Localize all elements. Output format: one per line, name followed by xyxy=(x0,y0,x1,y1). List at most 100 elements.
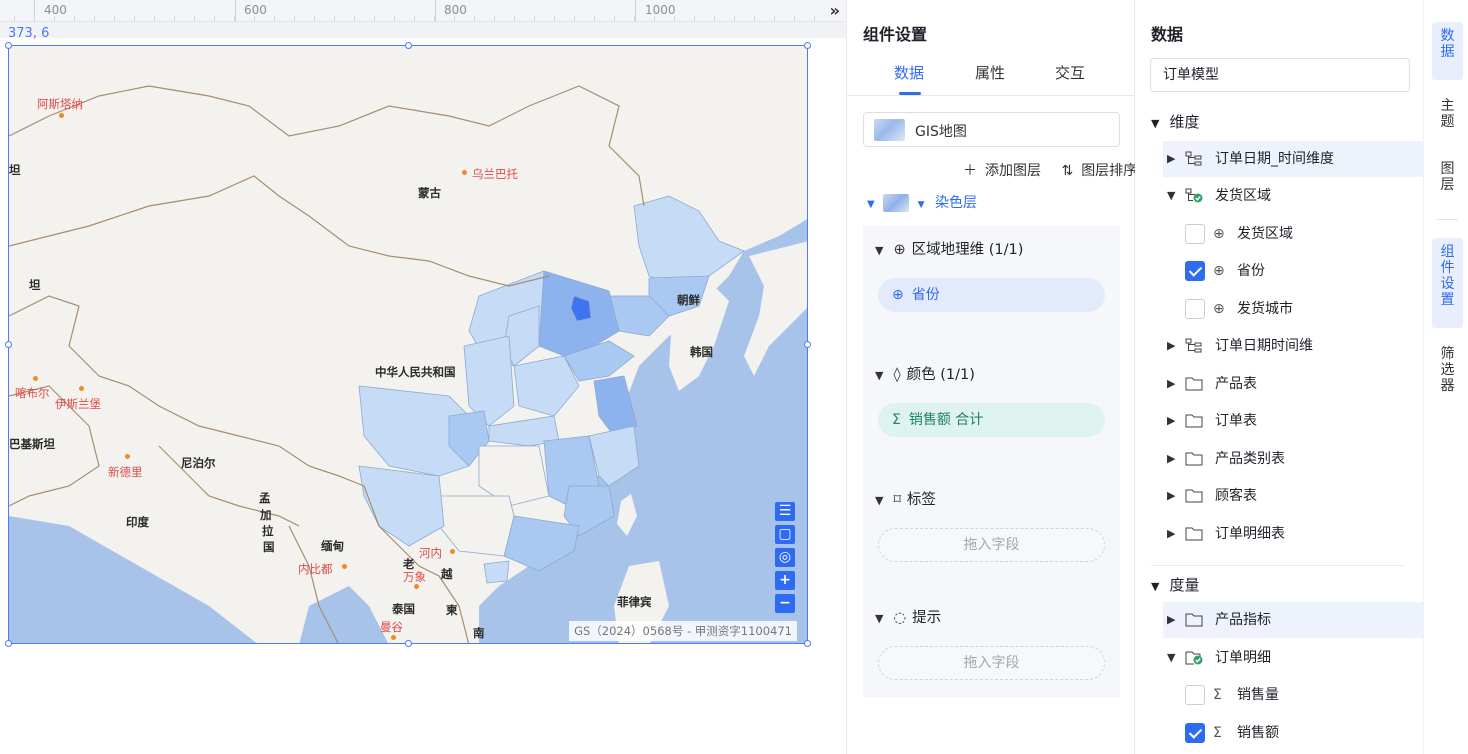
field-checkbox[interactable] xyxy=(1185,685,1205,705)
color-field-pill[interactable]: Σ 销售额 合计 xyxy=(878,403,1105,437)
gis-map[interactable]: 阿斯塔纳 乌兰巴托 喀布尔 伊斯兰堡 新德里 河内 万象 内比都 曼谷 蒙古 中… xyxy=(8,45,808,644)
add-layer-button[interactable]: ＋ 添加图层 xyxy=(955,163,1041,179)
field-checkbox[interactable] xyxy=(1185,299,1205,319)
folder-icon xyxy=(1185,613,1203,627)
dye-layer-item[interactable]: ▼ ▼ 染色层 xyxy=(867,192,977,212)
section-color[interactable]: ▼ ◊ 颜色 (1/1) xyxy=(875,363,975,384)
tree-item[interactable]: ▶ 订单日期时间维 xyxy=(1163,328,1423,364)
legend-icon[interactable]: ☰ xyxy=(775,502,795,521)
layer-select[interactable]: GIS地图 xyxy=(863,112,1120,147)
tree-item[interactable]: ▼ 发货区域 xyxy=(1163,178,1423,214)
ruler-minor-tick xyxy=(734,16,735,21)
group-label: 维度 xyxy=(1169,113,1200,131)
side-tab-component-settings[interactable]: 组件设置 xyxy=(1432,238,1463,328)
chevron-right-icon: ▶ xyxy=(1167,152,1176,165)
tab-interaction[interactable]: 交互 xyxy=(1055,62,1085,83)
section-label: 提示 xyxy=(912,610,942,626)
measure-group[interactable]: ▼ 度量 xyxy=(1151,574,1199,595)
field-item[interactable]: Σ 销售额 xyxy=(1185,715,1415,751)
field-checkbox[interactable] xyxy=(1185,224,1205,244)
tree-item[interactable]: ▶ 订单日期_时间维度 xyxy=(1163,141,1423,177)
dye-layer-label: 染色层 xyxy=(934,195,977,211)
divider xyxy=(1151,565,1403,566)
field-label: 销售额 xyxy=(1237,725,1279,741)
ruler-tick-label: 600 xyxy=(244,3,267,17)
canvas-area: 400 600 800 1000 » 373, 6 阿斯塔纳 乌兰巴托 喀布尔 … xyxy=(0,0,846,754)
ruler-minor-tick xyxy=(454,16,455,21)
side-tab-theme[interactable]: 主题 xyxy=(1432,92,1463,136)
field-checkbox[interactable] xyxy=(1185,261,1205,281)
zoom-in-icon[interactable]: + xyxy=(775,571,795,590)
dimension-group[interactable]: ▼ 维度 xyxy=(1151,111,1199,132)
layer-actions: ＋ 添加图层 ⇅ 图层排序 xyxy=(947,160,1137,180)
section-geo-dimension[interactable]: ▼ ⊕ 区域地理维 (1/1) xyxy=(875,238,1023,259)
region-label: 蒙古 xyxy=(418,186,441,200)
locate-icon[interactable]: ◎ xyxy=(775,548,795,567)
chevron-down-icon: ▼ xyxy=(1151,117,1160,130)
field-item[interactable]: Σ 销售量 xyxy=(1185,677,1415,713)
field-item[interactable]: ⊕ 省份 xyxy=(1185,253,1415,289)
chevron-down-icon: ▼ xyxy=(1151,580,1160,593)
resize-handle[interactable] xyxy=(804,640,811,647)
resize-handle[interactable] xyxy=(5,42,12,49)
chevron-right-icon: ▶ xyxy=(1167,414,1176,427)
section-tooltip[interactable]: ▼ ◌ 提示 xyxy=(875,606,941,627)
tree-item[interactable]: ▶ 产品类别表 xyxy=(1163,441,1423,477)
tree-item[interactable]: ▶ 产品表 xyxy=(1163,366,1423,402)
resize-handle[interactable] xyxy=(5,341,12,348)
side-tab-label: 数据 xyxy=(1440,28,1455,60)
geo-field-pill[interactable]: ⊕ 省份 xyxy=(878,278,1105,312)
tree-item[interactable]: ▶ 订单表 xyxy=(1163,403,1423,439)
model-select[interactable]: 订单模型 xyxy=(1150,58,1410,92)
pill-label: 销售额 合计 xyxy=(908,412,984,428)
tree-item[interactable]: ▶ 顾客表 xyxy=(1163,478,1423,514)
resize-handle[interactable] xyxy=(5,640,12,647)
sigma-icon: Σ xyxy=(892,412,901,428)
plus-icon: ＋ xyxy=(963,163,977,179)
region-label: 南 xyxy=(473,626,485,640)
double-chevron-right-icon[interactable]: » xyxy=(830,1,840,20)
map-svg xyxy=(9,46,807,643)
field-label: 省份 xyxy=(1237,263,1265,279)
sort-layer-button[interactable]: ⇅ 图层排序 xyxy=(1053,163,1137,179)
add-layer-label: 添加图层 xyxy=(985,163,1041,179)
ruler-minor-tick xyxy=(94,16,95,21)
folder-icon xyxy=(1185,414,1203,428)
resize-handle[interactable] xyxy=(804,42,811,49)
field-item[interactable]: ⊕ 发货区域 xyxy=(1185,216,1415,252)
field-item[interactable]: ⊕ 发货城市 xyxy=(1185,291,1415,327)
chevron-down-icon: ▼ xyxy=(1167,189,1176,202)
field-label: 销售量 xyxy=(1237,687,1279,703)
tab-properties[interactable]: 属性 xyxy=(975,62,1005,83)
data-panel: 数据 订单模型 ▼ 维度 ▶ 订单日期_时间维度 ▼ 发货区域 ⊕ 发货区域 ⊕ … xyxy=(1135,0,1423,754)
tree-item[interactable]: ▶ 订单明细表 xyxy=(1163,516,1423,552)
pill-label: 省份 xyxy=(911,287,940,303)
region-label: 国 xyxy=(263,540,275,554)
tooltip-drop-zone[interactable]: 拖入字段 xyxy=(878,646,1105,680)
ruler-minor-tick xyxy=(334,16,335,21)
resize-handle[interactable] xyxy=(405,640,412,647)
chevron-right-icon: ▶ xyxy=(1167,489,1176,502)
side-tab-filter[interactable]: 筛选器 xyxy=(1432,340,1463,400)
side-tab-layer[interactable]: 图层 xyxy=(1432,155,1463,199)
tree-item[interactable]: ▼ 订单明细 xyxy=(1163,640,1423,676)
resize-handle[interactable] xyxy=(405,42,412,49)
ruler-minor-tick xyxy=(414,16,415,21)
resize-handle[interactable] xyxy=(804,341,811,348)
zoom-out-icon[interactable]: − xyxy=(775,594,795,613)
tab-data[interactable]: 数据 xyxy=(894,62,924,83)
field-checkbox[interactable] xyxy=(1185,723,1205,743)
tree-item[interactable]: ▶ 产品指标 xyxy=(1163,602,1423,638)
chevron-right-icon: ▶ xyxy=(1167,339,1176,352)
ruler-minor-tick xyxy=(74,16,75,21)
tree-item-label: 订单表 xyxy=(1215,413,1257,429)
folder-icon xyxy=(1185,489,1203,503)
side-tab-data[interactable]: 数据 xyxy=(1432,22,1463,80)
fit-bounds-icon[interactable]: ▢ xyxy=(775,525,795,544)
section-label-field[interactable]: ▼ ⌑ 标签 xyxy=(875,488,936,509)
ruler-minor-tick xyxy=(574,16,575,21)
tree-item-label: 订单明细 xyxy=(1215,650,1271,666)
label-drop-zone[interactable]: 拖入字段 xyxy=(878,528,1105,562)
ruler-minor-tick xyxy=(394,16,395,21)
group-label: 度量 xyxy=(1169,576,1200,594)
